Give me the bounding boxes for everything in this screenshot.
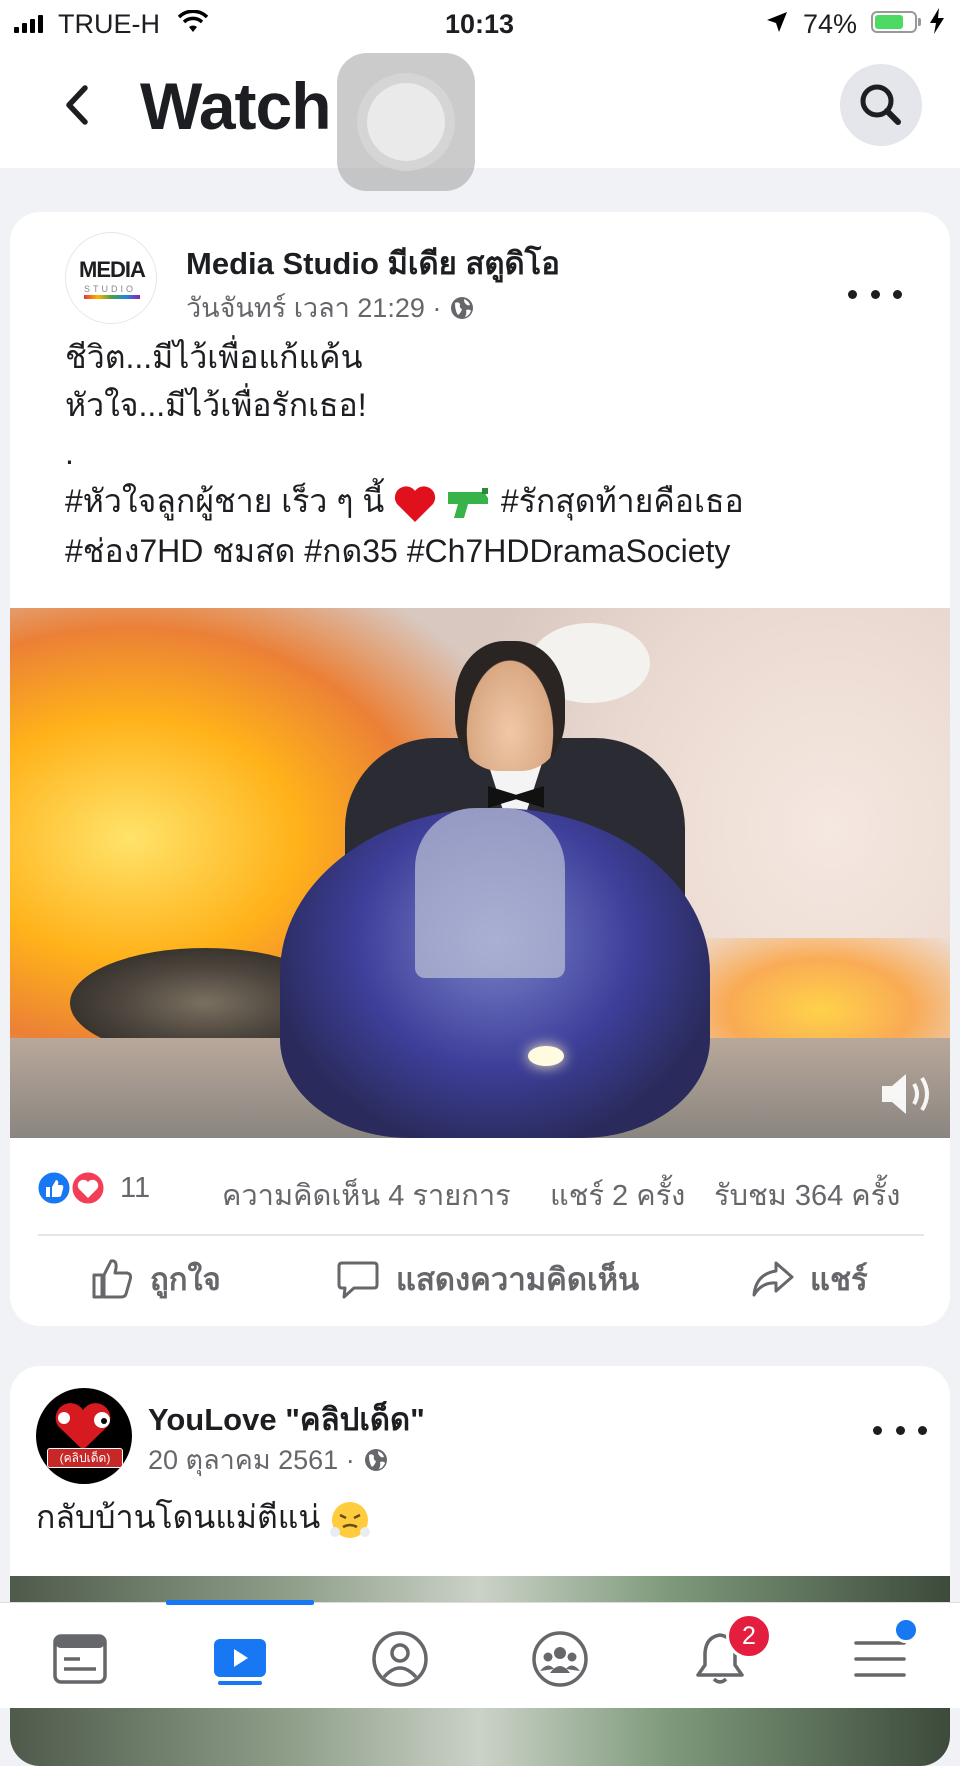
- notifications-badge: 2: [726, 1613, 772, 1659]
- post-actions: ถูกใจ แสดงความคิดเห็น แชร์: [10, 1236, 950, 1326]
- battery-icon: [871, 11, 917, 33]
- reaction-count[interactable]: 11: [120, 1172, 150, 1205]
- share-button[interactable]: แชร์: [750, 1254, 868, 1304]
- video-post-card: MEDIA STUDIO Media Studio มีเดีย สตูดิโอ…: [10, 212, 950, 1326]
- active-tab-indicator: [166, 1600, 314, 1605]
- search-icon: [860, 84, 901, 125]
- assistive-touch-button[interactable]: [337, 53, 475, 191]
- post-text-line-hashtags: #หัวใจลูกผู้ชาย เร็ว ๆ นี้ #รักสุดท้ายคื…: [65, 478, 925, 526]
- video-scene-windshield: [415, 808, 565, 978]
- clock: 10:13: [445, 9, 515, 39]
- media-studio-logo: MEDIA: [79, 257, 146, 282]
- post-text-line: หัวใจ...มีไว้เพื่อรักเธอ!: [65, 387, 367, 423]
- location-arrow-icon: [765, 10, 789, 41]
- back-button[interactable]: [55, 80, 105, 130]
- post-text: กลับบ้านโดนแม่ตีแน่: [36, 1494, 896, 1541]
- chevron-left-icon: [66, 85, 88, 125]
- cellular-signal-icon: [14, 13, 43, 33]
- reaction-icons[interactable]: [36, 1168, 116, 1208]
- red-heart-icon: [395, 485, 436, 522]
- menu-new-dot: [893, 1617, 919, 1643]
- steaming-face-icon: [330, 1501, 371, 1538]
- share-arrow-icon: [752, 1261, 794, 1297]
- post-text-line: ชีวิต...มีไว้เพื่อแก้แค้น: [65, 339, 363, 375]
- post-meta: 20 ตุลาคม 2561 ·: [148, 1438, 389, 1481]
- charging-bolt-icon: [930, 8, 944, 41]
- post-timestamp[interactable]: 20 ตุลาคม 2561 ·: [148, 1438, 355, 1481]
- profile-icon: [372, 1631, 428, 1687]
- view-count: รับชม 364 ครั้ง: [714, 1180, 901, 1212]
- post-text-line-hashtags[interactable]: #ช่อง7HD ชมสด #กด35 #Ch7HDDramaSociety: [65, 528, 925, 576]
- share-count[interactable]: แชร์ 2 ครั้ง: [550, 1172, 685, 1218]
- page-avatar[interactable]: MEDIA STUDIO: [65, 232, 157, 324]
- post-author[interactable]: YouLove "คลิปเด็ด": [148, 1394, 425, 1444]
- volume-button[interactable]: [878, 1066, 938, 1122]
- post-text-line: .: [65, 435, 74, 471]
- watch-header: Watch: [0, 48, 960, 191]
- post-stats: 11 ความคิดเห็น 4 รายการ แชร์ 2 ครั้ง รับ…: [10, 1138, 950, 1234]
- bottom-tab-bar: 2: [0, 1600, 960, 1708]
- water-pistol-icon: [448, 487, 489, 518]
- battery-percentage: 74%: [803, 9, 858, 39]
- tab-groups[interactable]: [530, 1629, 590, 1689]
- post-text: ชีวิต...มีไว้เพื่อแก้แค้น หัวใจ...มีไว้เ…: [65, 334, 925, 576]
- like-button[interactable]: ถูกใจ: [90, 1254, 221, 1304]
- post-timestamp[interactable]: วันจันทร์ เวลา 21:29 ·: [186, 286, 441, 329]
- video-scene-rider: [455, 641, 565, 771]
- video-player[interactable]: [10, 608, 950, 1138]
- groups-icon: [532, 1631, 588, 1687]
- thumbs-up-icon: [92, 1259, 133, 1299]
- post-text-line: กลับบ้านโดนแม่ตีแน่: [36, 1499, 321, 1535]
- globe-icon: [364, 1448, 387, 1471]
- tab-profile[interactable]: [370, 1629, 430, 1689]
- page-title: Watch: [140, 69, 332, 143]
- status-bar: TRUE-H 10:13 74%: [0, 0, 960, 48]
- watch-icon: [214, 1639, 266, 1685]
- tab-news-feed[interactable]: [50, 1629, 110, 1689]
- globe-icon: [451, 296, 474, 319]
- post-options-button[interactable]: [845, 274, 905, 314]
- comment-button[interactable]: แสดงความคิดเห็น: [336, 1254, 639, 1304]
- tab-watch[interactable]: [210, 1629, 270, 1689]
- battery-tip: [918, 18, 921, 26]
- logo-color-bar: [84, 295, 140, 299]
- post-meta: วันจันทร์ เวลา 21:29 ·: [186, 286, 475, 329]
- search-button[interactable]: [840, 64, 922, 146]
- news-feed-icon: [53, 1634, 107, 1684]
- hashtag-text[interactable]: #รักสุดท้ายคือเธอ: [501, 483, 744, 519]
- speaker-icon: [882, 1074, 929, 1114]
- media-studio-logo-sub: STUDIO: [84, 284, 137, 294]
- like-label: ถูกใจ: [150, 1262, 221, 1297]
- youlove-heart-logo: [55, 1403, 111, 1450]
- video-scene-headlight: [528, 1046, 564, 1066]
- hashtag-text[interactable]: #หัวใจลูกผู้ชาย เร็ว ๆ นี้: [65, 483, 384, 519]
- carrier-name: TRUE-H: [58, 9, 160, 39]
- comment-count[interactable]: ความคิดเห็น 4 รายการ: [222, 1172, 511, 1218]
- post-author[interactable]: Media Studio มีเดีย สตูดิโอ: [186, 238, 560, 288]
- share-label: แชร์: [810, 1262, 868, 1297]
- post-options-button[interactable]: [870, 1410, 930, 1450]
- comment-bubble-icon: [337, 1261, 379, 1299]
- youlove-logo-label: (คลิปเด็ด): [47, 1448, 123, 1468]
- comment-label: แสดงความคิดเห็น: [396, 1262, 640, 1297]
- wifi-icon: [177, 9, 209, 41]
- page-avatar[interactable]: (คลิปเด็ด): [36, 1388, 132, 1484]
